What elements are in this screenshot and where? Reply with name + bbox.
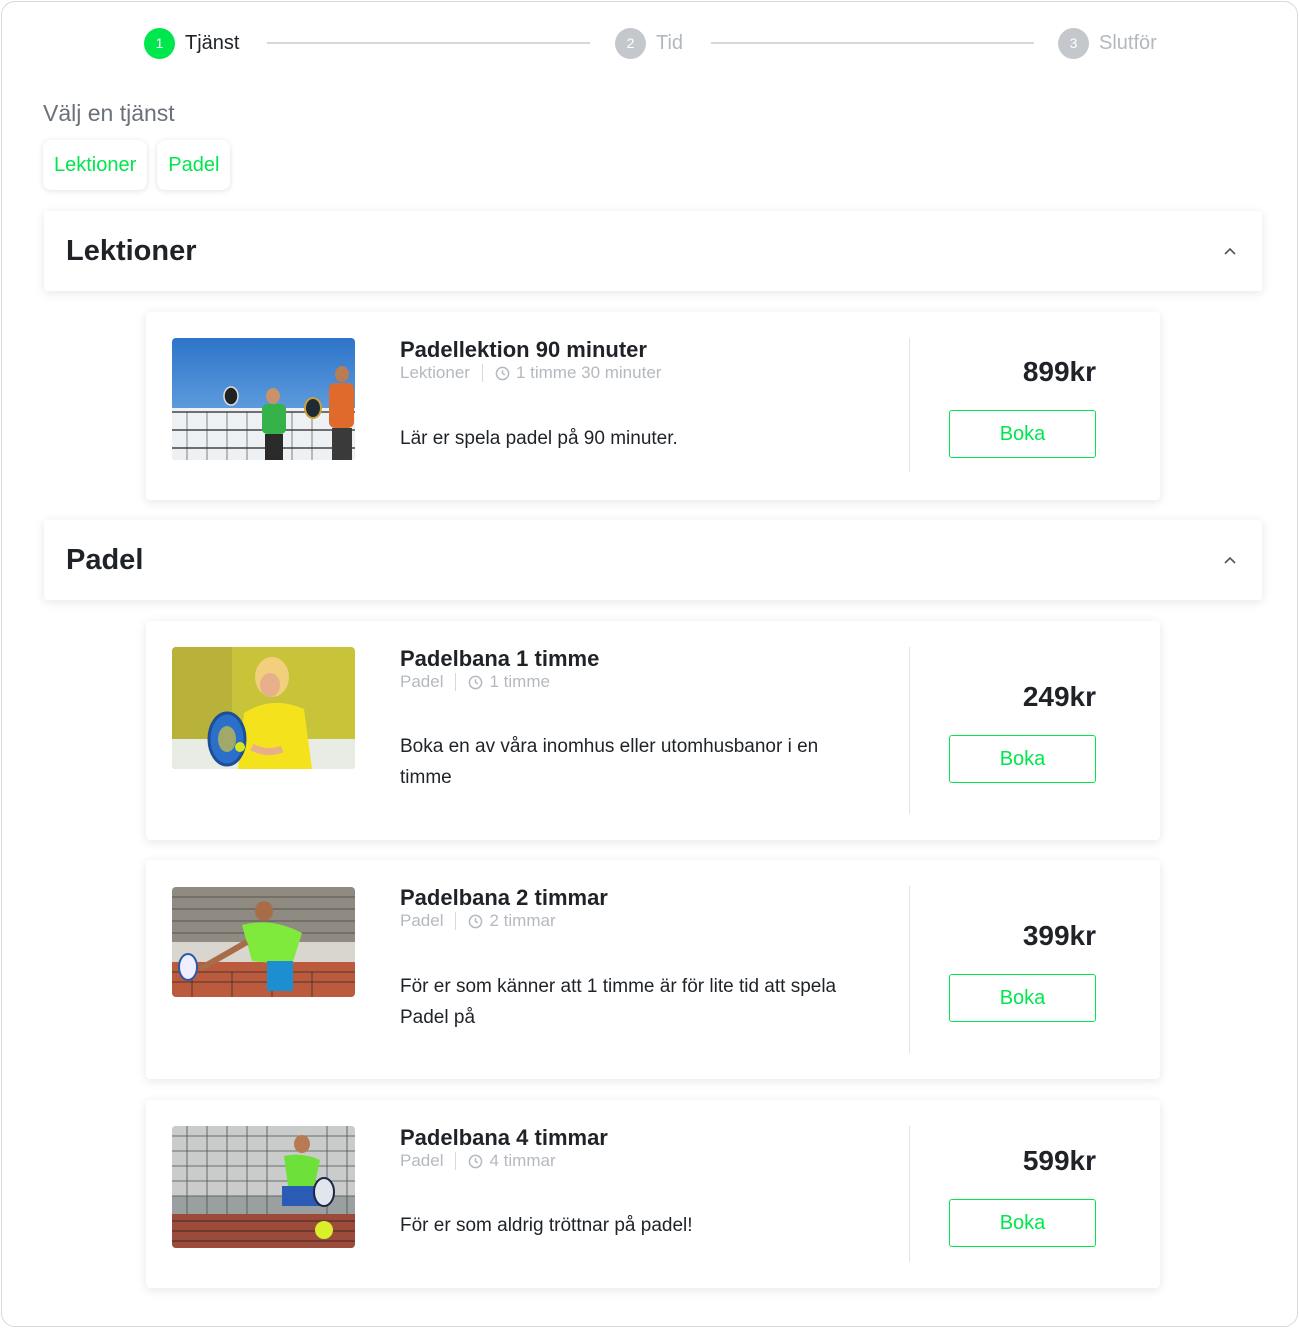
- picker-title: Välj en tjänst: [43, 100, 175, 126]
- service-category: Lektioner: [400, 363, 470, 382]
- step-number: 2: [615, 27, 646, 59]
- step-label: Slutför: [1099, 31, 1157, 54]
- service-price: 399kr: [1022, 920, 1096, 951]
- service-title: Padellektion 90 minuter: [400, 337, 647, 362]
- chevron-up-icon[interactable]: [1220, 550, 1240, 570]
- service-title: Padelbana 4 timmar: [400, 1125, 608, 1150]
- service-duration: 4 timmar: [489, 1151, 556, 1170]
- service-info: Padelbana 4 timmar Padel 4 timmar: [400, 1126, 860, 1172]
- progress-stepper: 1 Tjänst 2 Tid 3 Slutför: [2, 26, 1297, 60]
- service-description: Boka en av våra inomhus eller utomhusban…: [400, 736, 819, 788]
- service-image: [172, 887, 355, 997]
- service-title: Padelbana 2 timmar: [400, 885, 608, 910]
- service-price: 599kr: [1022, 1145, 1096, 1176]
- meta-separator: [455, 673, 457, 691]
- chip-lektioner[interactable]: Lektioner: [43, 140, 148, 190]
- clock-icon: [495, 366, 510, 381]
- step-service[interactable]: 1 Tjänst: [144, 26, 239, 60]
- service-category: Padel: [400, 911, 444, 930]
- card-divider: [909, 338, 910, 472]
- service-category: Padel: [400, 672, 444, 691]
- service-card: Padelbana 1 timme Padel 1 timme Boka en …: [146, 621, 1160, 840]
- clock-icon: [468, 675, 483, 690]
- service-title: Padelbana 1 timme: [400, 646, 600, 671]
- step-connector: [267, 42, 590, 44]
- clock-icon: [468, 1154, 483, 1169]
- step-label: Tid: [656, 31, 684, 54]
- service-meta: Lektioner 1 timme 30 minuter: [400, 362, 860, 384]
- book-button[interactable]: Boka: [949, 974, 1096, 1022]
- service-meta: Padel 4 timmar: [400, 1150, 860, 1172]
- category-title: Padel: [66, 543, 144, 576]
- category-chips: Lektioner Padel: [43, 140, 231, 190]
- chip-padel[interactable]: Padel: [157, 140, 231, 190]
- service-card: Padelbana 2 timmar Padel 2 timmar För er…: [146, 860, 1160, 1079]
- service-price: 249kr: [1022, 681, 1096, 712]
- service-description: För er som känner att 1 timme är för lit…: [400, 976, 837, 1028]
- step-connector: [711, 42, 1034, 44]
- card-divider: [909, 886, 910, 1053]
- service-image: [172, 1126, 355, 1248]
- booking-widget: 1 Tjänst 2 Tid 3 Slutför Välj en tjänst …: [1, 1, 1298, 1327]
- service-meta: Padel 1 timme: [400, 671, 860, 693]
- book-button[interactable]: Boka: [949, 410, 1096, 458]
- service-card: Padellektion 90 minuter Lektioner 1 timm…: [146, 312, 1160, 500]
- service-price: 899kr: [1022, 356, 1096, 387]
- service-info: Padelbana 2 timmar Padel 2 timmar: [400, 886, 860, 932]
- clock-icon: [468, 914, 483, 929]
- meta-separator: [455, 912, 457, 930]
- step-number: 1: [144, 27, 175, 59]
- service-category: Padel: [400, 1151, 444, 1170]
- service-duration: 1 timme 30 minuter: [515, 363, 662, 382]
- category-header-padel[interactable]: Padel: [44, 520, 1262, 600]
- service-info: Padelbana 1 timme Padel 1 timme: [400, 647, 860, 693]
- step-time[interactable]: 2 Tid: [615, 26, 683, 60]
- step-number: 3: [1058, 27, 1089, 59]
- chevron-up-icon[interactable]: [1220, 241, 1240, 261]
- book-button[interactable]: Boka: [949, 1199, 1096, 1247]
- service-image: [172, 338, 355, 460]
- service-info: Padellektion 90 minuter Lektioner 1 timm…: [400, 338, 860, 384]
- step-finish[interactable]: 3 Slutför: [1058, 26, 1157, 60]
- step-label: Tjänst: [185, 31, 240, 54]
- meta-separator: [455, 1152, 457, 1170]
- service-duration: 1 timme: [489, 672, 550, 691]
- card-divider: [909, 647, 910, 814]
- service-meta: Padel 2 timmar: [400, 910, 860, 932]
- service-image: [172, 647, 355, 769]
- meta-separator: [481, 364, 483, 382]
- book-button[interactable]: Boka: [949, 735, 1096, 783]
- service-description: För er som aldrig tröttnar på padel!: [400, 1215, 693, 1236]
- service-description: Lär er spela padel på 90 minuter.: [400, 428, 678, 449]
- service-card: Padelbana 4 timmar Padel 4 timmar För er…: [146, 1100, 1160, 1288]
- category-header-lektioner[interactable]: Lektioner: [44, 211, 1262, 291]
- service-duration: 2 timmar: [489, 911, 556, 930]
- card-divider: [909, 1126, 910, 1262]
- category-title: Lektioner: [66, 234, 197, 267]
